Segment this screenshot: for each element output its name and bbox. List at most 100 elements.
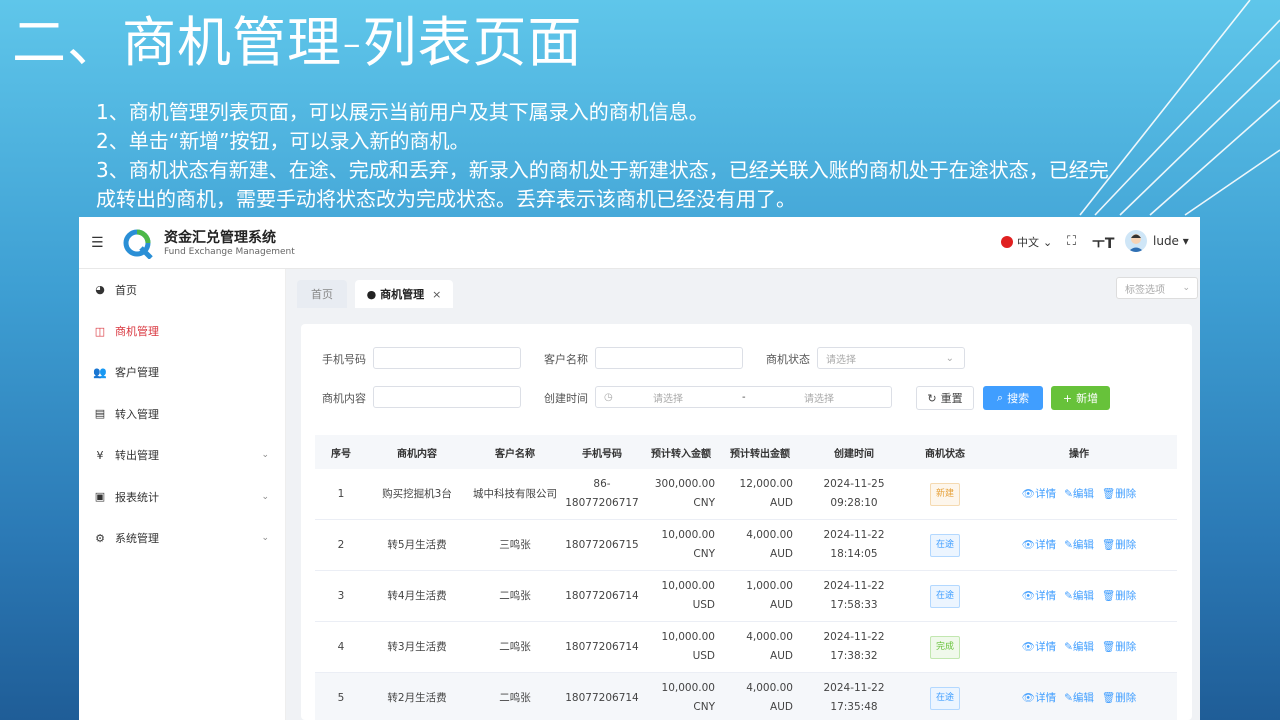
content-input[interactable] <box>373 386 521 408</box>
note-3: 3、商机状态有新建、在途、完成和丢弃，新录入的商机处于新建状态，已经关联入账的商… <box>96 158 1109 211</box>
close-icon[interactable]: × <box>432 288 441 301</box>
col-header: 客户名称 <box>467 435 563 469</box>
out-currency: AUD <box>770 548 793 560</box>
tab-opportunity[interactable]: ● 商机管理 × <box>355 280 453 308</box>
cell-customer: 二鸣张 <box>467 570 563 622</box>
user-menu[interactable]: lude ▾ <box>1153 234 1189 248</box>
cell-customer: 三鸣张 <box>467 519 563 571</box>
cell-no: 4 <box>315 621 367 673</box>
copy-icon: ▤ <box>94 407 106 421</box>
eye-icon: 👁 <box>1021 538 1036 551</box>
sidebar-item-reports[interactable]: ▣ 报表统计 ⌄ <box>79 476 285 517</box>
edit-label: 编辑 <box>1072 589 1094 602</box>
brand-logo <box>123 229 153 259</box>
tab-home[interactable]: 首页 <box>297 280 347 308</box>
tabs-bar: 首页 ● 商机管理 × <box>285 269 1200 309</box>
table-icon: ◫ <box>94 324 106 338</box>
row-created: 2024-11-22 17:38:32 <box>823 631 885 662</box>
edit-link[interactable]: ✎编辑 <box>1064 590 1094 602</box>
date-start-placeholder: 请选择 <box>653 393 683 405</box>
in-currency: CNY <box>693 701 715 713</box>
fullscreen-icon[interactable]: ⛶ <box>1067 234 1076 249</box>
customer-input[interactable] <box>595 347 743 369</box>
status-badge: 新建 <box>929 482 960 506</box>
sidebar-item-system[interactable]: ⚙ 系统管理 ⌄ <box>79 517 285 558</box>
tag-options-select[interactable]: 标签选项 ⌄ <box>1116 277 1198 299</box>
chevron-down-icon: ⌄ <box>1043 235 1053 249</box>
sidebar-item-customers[interactable]: 👥 客户管理 <box>79 352 285 393</box>
cell-out-amount: 4,000.00 AUD <box>721 621 799 673</box>
row-number: 3 <box>337 589 345 602</box>
status-select[interactable]: 请选择 ⌄ <box>817 347 965 369</box>
detail-link[interactable]: 👁详情 <box>1022 590 1056 602</box>
edit-icon: ✎ <box>1064 538 1073 551</box>
detail-label: 详情 <box>1035 589 1057 602</box>
search-icon: ⌕ <box>996 391 1004 404</box>
cell-content: 转5月生活费 <box>367 519 467 571</box>
language-label: 中文 <box>1017 236 1039 249</box>
delete-link[interactable]: 🗑删除 <box>1102 539 1136 551</box>
edit-link[interactable]: ✎编辑 <box>1064 539 1094 551</box>
cell-actions: 👁详情 ✎编辑 🗑删除 <box>981 469 1177 520</box>
edit-link[interactable]: ✎编辑 <box>1064 488 1094 500</box>
sidebar-item-incoming[interactable]: ▤ 转入管理 <box>79 393 285 434</box>
delete-link[interactable]: 🗑删除 <box>1102 488 1136 500</box>
in-currency: USD <box>692 599 715 611</box>
language-selector[interactable]: 中文 ⌄ <box>1001 234 1052 250</box>
cell-status: 新建 <box>909 469 981 520</box>
search-button[interactable]: ⌕ 搜索 <box>983 386 1043 410</box>
status-placeholder: 请选择 <box>826 354 856 366</box>
cell-customer: 二鸣张 <box>467 672 563 720</box>
phone-input[interactable] <box>373 347 521 369</box>
row-customer: 二鸣张 <box>499 640 531 653</box>
detail-link[interactable]: 👁详情 <box>1022 641 1056 653</box>
out-currency: AUD <box>770 497 793 509</box>
cell-out-amount: 1,000.00 AUD <box>721 570 799 622</box>
brand-name: 资金汇兑管理系统 <box>164 230 276 246</box>
delete-link[interactable]: 🗑删除 <box>1102 641 1136 653</box>
row-content: 转5月生活费 <box>387 538 447 551</box>
sidebar-item-home[interactable]: ◕ 首页 <box>79 269 285 310</box>
phone-label: 手机号码 <box>322 353 366 366</box>
in-amount: 10,000.00 <box>661 580 715 592</box>
row-customer: 二鸣张 <box>499 589 531 602</box>
table-row: 4 转3月生活费 二鸣张 18077206714 10,000.00 USD 4,000.0… <box>315 621 1177 673</box>
reset-button[interactable]: ↻ 重置 <box>916 386 974 410</box>
status-badge: 完成 <box>929 635 960 659</box>
edit-label: 编辑 <box>1072 487 1094 500</box>
trash-icon: 🗑 <box>1101 589 1116 602</box>
delete-link[interactable]: 🗑删除 <box>1102 692 1136 704</box>
detail-label: 详情 <box>1035 640 1057 653</box>
status-badge: 在途 <box>929 686 960 710</box>
font-size-icon[interactable]: ㅜT <box>1092 233 1114 253</box>
content-label: 商机内容 <box>322 392 366 405</box>
date-separator: - <box>742 391 746 403</box>
out-currency: AUD <box>770 599 793 611</box>
delete-label: 删除 <box>1115 640 1137 653</box>
delete-link[interactable]: 🗑删除 <box>1102 590 1136 602</box>
edit-link[interactable]: ✎编辑 <box>1064 692 1094 704</box>
row-number: 1 <box>337 487 345 500</box>
edit-link[interactable]: ✎编辑 <box>1064 641 1094 653</box>
cell-actions: 👁详情 ✎编辑 🗑删除 <box>981 570 1177 622</box>
cell-actions: 👁详情 ✎编辑 🗑删除 <box>981 621 1177 673</box>
slide-notes: 1、商机管理列表页面，可以展示当前用户及其下属录入的商机信息。 2、单击“新增”… <box>96 98 1126 214</box>
detail-link[interactable]: 👁详情 <box>1022 488 1056 500</box>
add-button[interactable]: + 新增 <box>1051 386 1110 410</box>
table-row: 2 转5月生活费 三鸣张 18077206715 10,000.00 CNY 4,000.0… <box>315 519 1177 571</box>
date-range-picker[interactable]: ◷ 请选择 - 请选择 <box>595 386 892 408</box>
cell-status: 完成 <box>909 621 981 673</box>
table-row: 3 转4月生活费 二鸣张 18077206714 10,000.00 USD 1,000.0… <box>315 570 1177 622</box>
status-badge: 在途 <box>929 584 960 608</box>
status-label: 商机状态 <box>766 353 810 366</box>
detail-link[interactable]: 👁详情 <box>1022 539 1056 551</box>
trash-icon: 🗑 <box>1101 691 1116 704</box>
hamburger-icon[interactable]: ☰ <box>91 235 104 251</box>
detail-link[interactable]: 👁详情 <box>1022 692 1056 704</box>
edit-icon: ✎ <box>1064 487 1073 500</box>
row-customer: 二鸣张 <box>499 691 531 704</box>
chevron-down-icon: ⌄ <box>261 450 269 461</box>
avatar[interactable] <box>1125 230 1147 252</box>
sidebar-item-opportunity[interactable]: ◫ 商机管理 <box>79 310 285 351</box>
sidebar-item-outgoing[interactable]: ¥ 转出管理 ⌄ <box>79 435 285 476</box>
